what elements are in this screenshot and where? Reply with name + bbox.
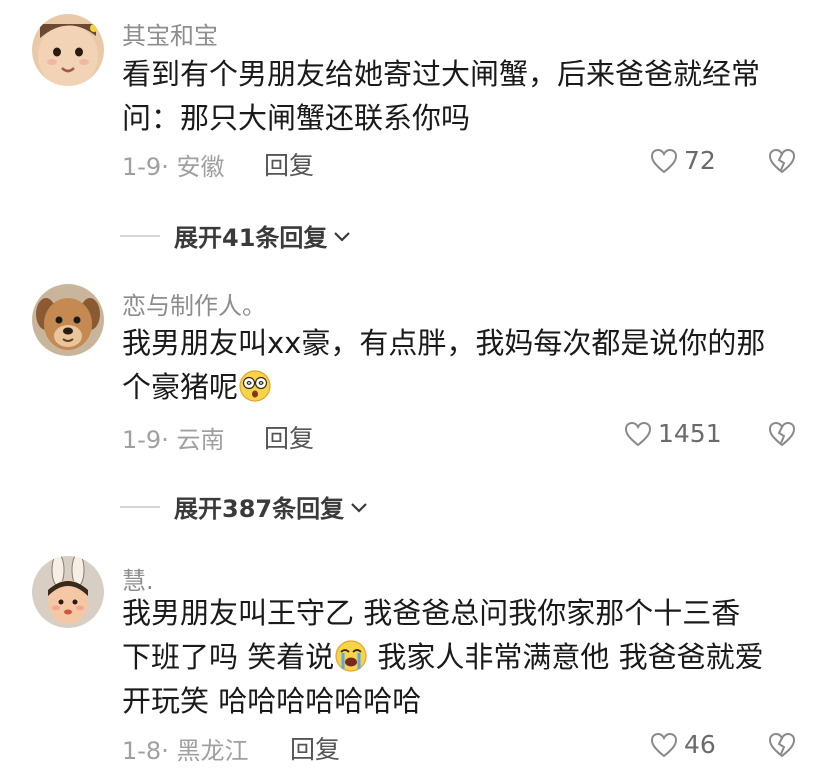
- comment-text-line: 下班了吗 笑着说: [122, 640, 335, 674]
- broken-heart-icon: [768, 732, 796, 758]
- heart-outline-icon: [650, 732, 678, 757]
- dislike-button[interactable]: [768, 421, 796, 451]
- like-count: 72: [684, 146, 716, 175]
- avatar[interactable]: [32, 14, 104, 86]
- dislike-button[interactable]: [768, 732, 796, 762]
- comment-text-line: 我男朋友叫xx豪，有点胖，我妈每次都是说你的那: [122, 326, 766, 360]
- comment-item: 慧. 我男朋友叫王守乙 我爸爸总问我你家那个十三香 下班了吗 笑着说 我家人非常…: [0, 545, 828, 783]
- comment-text: 我男朋友叫王守乙 我爸爸总问我你家那个十三香 下班了吗 笑着说 我家人非常满意他…: [122, 591, 802, 723]
- divider: [120, 234, 160, 237]
- comment-text-line: 我家人非常满意他 我爸爸就爱: [368, 640, 764, 674]
- comment-text-line: 看到有个男朋友给她寄过大闸蟹，后来爸爸就经常: [122, 57, 761, 91]
- comment-text: 看到有个男朋友给她寄过大闸蟹，后来爸爸就经常 问：那只大闸蟹还联系你吗: [122, 52, 802, 140]
- comment-meta: 1-9· 安徽: [122, 153, 225, 181]
- reply-button[interactable]: 回复: [290, 730, 340, 766]
- comment-text-line: 我男朋友叫王守乙 我爸爸总问我你家那个十三香: [122, 596, 741, 630]
- chevron-down-icon: [334, 231, 351, 242]
- heart-outline-icon: [624, 421, 652, 446]
- like-button[interactable]: 1451: [624, 419, 722, 448]
- divider: [120, 505, 160, 508]
- comment-location: 云南: [176, 426, 225, 454]
- expand-replies-button[interactable]: 展开41条回复: [120, 218, 353, 253]
- like-count: 1451: [658, 419, 722, 448]
- comment-item: 其宝和宝 看到有个男朋友给她寄过大闸蟹，后来爸爸就经常 问：那只大闸蟹还联系你吗…: [0, 0, 828, 260]
- comment-username[interactable]: 恋与制作人。: [122, 286, 266, 321]
- comment-location: 黑龙江: [176, 737, 249, 765]
- comment-text-line: 开玩笑 哈哈哈哈哈哈哈: [122, 684, 422, 718]
- dizzy-face-emoji-icon: [239, 370, 271, 402]
- bunny-ears-avatar-icon: [32, 556, 104, 628]
- comment-location: 安徽: [176, 153, 225, 181]
- chevron-down-icon: [351, 502, 367, 513]
- comment-text: 我男朋友叫xx豪，有点胖，我妈每次都是说你的那 个豪猪呢: [122, 321, 802, 409]
- heart-outline-icon: [650, 148, 678, 173]
- reply-button[interactable]: 回复: [264, 146, 314, 182]
- baby-face-avatar-icon: [32, 14, 104, 86]
- comment-date: 1-8: [122, 737, 162, 765]
- broken-heart-icon: [768, 421, 796, 447]
- expand-replies-label: 展开387条回复: [174, 495, 345, 523]
- comment-item: 恋与制作人。 我男朋友叫xx豪，有点胖，我妈每次都是说你的那 个豪猪呢 1-9·…: [0, 270, 828, 540]
- like-count: 46: [684, 730, 716, 759]
- broken-heart-icon: [768, 148, 796, 174]
- comment-date: 1-9: [122, 153, 162, 181]
- reply-button[interactable]: 回复: [264, 419, 314, 455]
- comment-username[interactable]: 其宝和宝: [122, 16, 218, 51]
- dislike-button[interactable]: [768, 148, 796, 178]
- expand-replies-label: 展开41条回复: [174, 224, 328, 252]
- comment-meta: 1-9· 云南: [122, 426, 225, 454]
- comment-date: 1-9: [122, 426, 162, 454]
- comment-text-line: 问：那只大闸蟹还联系你吗: [122, 101, 471, 135]
- avatar[interactable]: [32, 556, 104, 628]
- expand-replies-button[interactable]: 展开387条回复: [120, 489, 370, 524]
- like-button[interactable]: 72: [650, 146, 716, 175]
- comment-text-line: 个豪猪呢: [122, 370, 239, 404]
- like-button[interactable]: 46: [650, 730, 716, 759]
- avatar[interactable]: [32, 284, 104, 356]
- comment-meta: 1-8· 黑龙江: [122, 737, 249, 765]
- puppy-avatar-icon: [32, 284, 104, 356]
- loudly-crying-face-emoji-icon: [335, 640, 367, 672]
